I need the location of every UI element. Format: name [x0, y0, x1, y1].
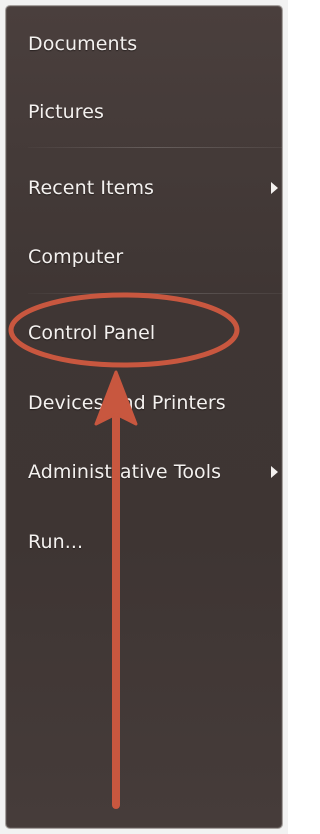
- menu-item-label: Devices and Printers: [28, 392, 226, 414]
- menu-item-label: Administrative Tools: [28, 461, 222, 483]
- screenshot-frame: Documents Pictures Recent Items Computer…: [0, 0, 288, 834]
- menu-item-computer[interactable]: Computer: [28, 237, 278, 277]
- menu-item-documents[interactable]: Documents: [28, 24, 278, 64]
- menu-separator: [28, 147, 282, 148]
- menu-item-administrative-tools[interactable]: Administrative Tools: [28, 452, 278, 492]
- submenu-arrow-icon: [271, 466, 278, 478]
- menu-item-label: Computer: [28, 246, 124, 268]
- menu-item-label: Documents: [28, 33, 138, 55]
- menu-item-devices-and-printers[interactable]: Devices and Printers: [28, 383, 278, 423]
- menu-item-label: Run...: [28, 531, 84, 553]
- menu-item-label: Pictures: [28, 101, 105, 123]
- menu-item-recent-items[interactable]: Recent Items: [28, 168, 278, 208]
- menu-item-run[interactable]: Run...: [28, 522, 278, 562]
- menu-item-control-panel[interactable]: Control Panel: [28, 313, 278, 353]
- submenu-arrow-icon: [271, 182, 278, 194]
- menu-item-pictures[interactable]: Pictures: [28, 92, 278, 132]
- menu-item-label: Recent Items: [28, 177, 155, 199]
- menu-separator: [28, 293, 282, 294]
- start-menu-right-pane: Documents Pictures Recent Items Computer…: [6, 6, 282, 828]
- menu-item-label: Control Panel: [28, 322, 156, 344]
